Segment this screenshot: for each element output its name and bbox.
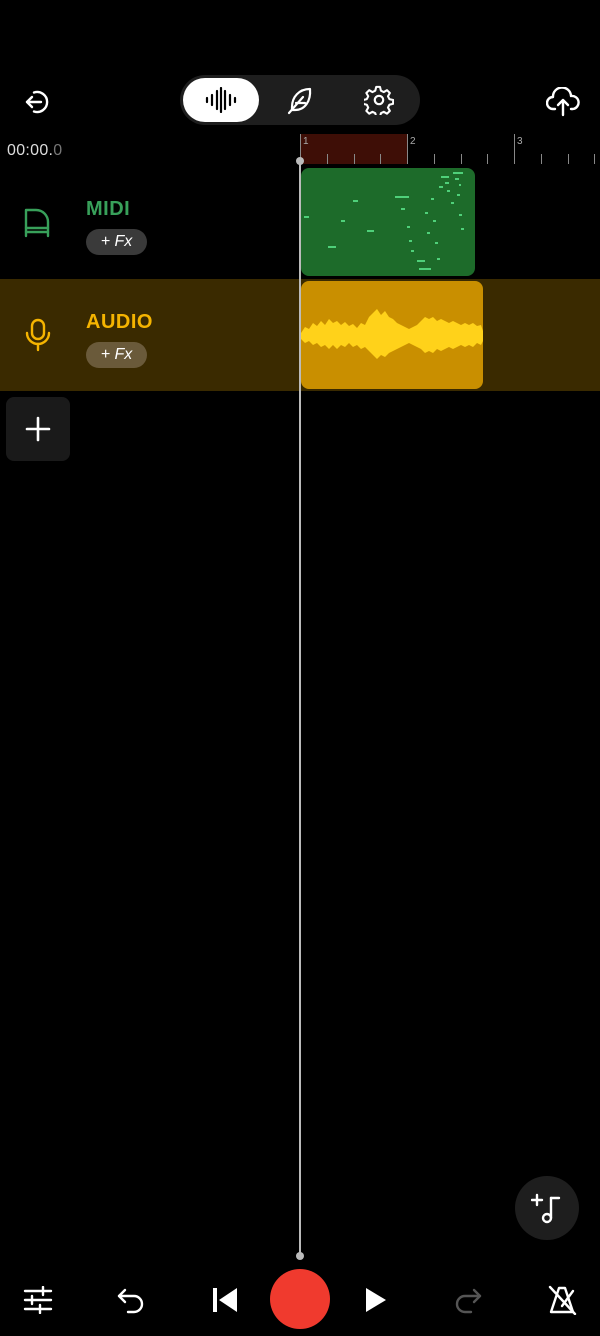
feather-icon (287, 87, 312, 115)
add-fx-button[interactable]: + Fx (86, 342, 147, 368)
gear-icon (364, 85, 394, 115)
metronome-button[interactable] (540, 1278, 584, 1322)
midi-clip[interactable] (301, 168, 475, 276)
beat-tick (380, 154, 381, 164)
beat-tick (568, 154, 569, 164)
add-fx-button[interactable]: + Fx (86, 229, 147, 255)
waveform-icon (205, 87, 237, 113)
plus-icon (25, 416, 51, 442)
playhead[interactable] (299, 160, 301, 1258)
midi-notes (304, 172, 464, 270)
exit-button[interactable] (18, 82, 58, 122)
skip-back-button[interactable] (203, 1278, 247, 1322)
mode-tracks-button[interactable] (183, 78, 259, 122)
mixer-icon (23, 1286, 53, 1314)
audio-clip[interactable] (301, 281, 483, 389)
top-bar (0, 70, 600, 130)
bar-number: 2 (410, 136, 416, 147)
piano-icon (24, 208, 50, 238)
mode-switch (180, 75, 420, 125)
bar-number: 3 (517, 136, 523, 147)
metronome-icon (548, 1285, 577, 1315)
beat-tick (487, 154, 488, 164)
add-track-button[interactable] (6, 397, 70, 461)
transport-bar (0, 1264, 600, 1336)
undo-icon (117, 1288, 144, 1314)
undo-button[interactable] (109, 1278, 153, 1322)
play-icon (366, 1288, 386, 1312)
beat-tick (541, 154, 542, 164)
timeline-ruler[interactable]: 1 2 3 (300, 134, 600, 166)
time-readout: 00:00.0 (7, 142, 63, 160)
redo-icon (455, 1288, 482, 1314)
redo-button[interactable] (446, 1278, 490, 1322)
time-fraction: 0 (53, 142, 63, 159)
cloud-upload-icon (546, 87, 580, 117)
record-button[interactable] (270, 1269, 330, 1329)
bar-number: 1 (303, 136, 309, 147)
time-main: 00:00. (7, 142, 54, 159)
beat-tick (434, 154, 435, 164)
skip-back-icon (213, 1288, 237, 1312)
track-name[interactable]: AUDIO (86, 311, 153, 334)
mode-lyrics-button[interactable] (262, 78, 338, 122)
bar-tick (514, 134, 515, 164)
track-name[interactable]: MIDI (86, 198, 130, 221)
play-button[interactable] (354, 1278, 398, 1322)
upload-button[interactable] (542, 82, 584, 122)
playhead-handle-bottom[interactable] (296, 1252, 304, 1260)
beat-tick (461, 154, 462, 164)
bar-tick (407, 134, 408, 164)
beat-tick (354, 154, 355, 164)
beat-tick (594, 154, 595, 164)
audio-waveform (301, 309, 483, 359)
microphone-icon (25, 318, 51, 352)
add-note-icon (531, 1193, 561, 1224)
exit-icon (25, 90, 49, 114)
mixer-button[interactable] (16, 1278, 60, 1322)
mode-settings-button[interactable] (341, 78, 417, 122)
beat-tick (327, 154, 328, 164)
playhead-handle-top[interactable] (296, 157, 304, 165)
add-note-button[interactable] (515, 1176, 579, 1240)
